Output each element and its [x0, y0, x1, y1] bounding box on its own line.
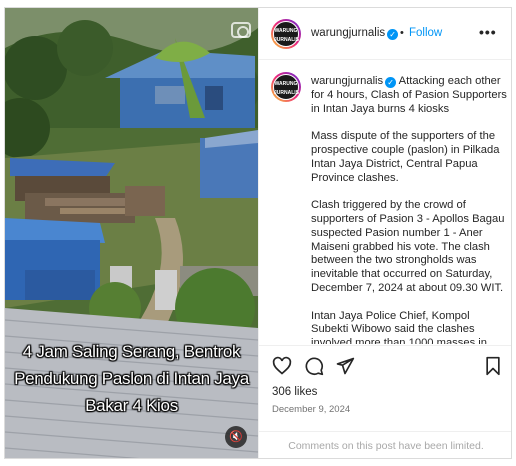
heart-icon[interactable]	[272, 356, 292, 376]
media-overlay-line-1: 4 Jam Saling Serang, Bentrok	[22, 342, 241, 361]
share-icon[interactable]	[335, 356, 355, 376]
caption-avatar-logo-text: WARUNG JURNALIS	[273, 74, 299, 100]
caption-paragraph: Mass dispute of the supporters of the pr…	[311, 130, 500, 184]
post-header: WARUNG JURNALIS warungjurnalis ✓ • Follow…	[259, 8, 511, 60]
header-username[interactable]: warungjurnalis ✓	[311, 27, 399, 40]
caption-avatar[interactable]: WARUNG JURNALIS	[271, 72, 301, 102]
verified-icon: ✓	[387, 29, 399, 40]
media-overlay-line-2: Pendukung Paslon di Intan Jaya	[14, 369, 249, 388]
caption-verified-icon: ✓	[385, 77, 397, 88]
post-actions: 306 likes December 9, 2024 Comments on t…	[259, 345, 511, 458]
caption-first-paragraph: warungjurnalis ✓ Attacking each other for…	[311, 75, 507, 116]
more-icon[interactable]: •••	[479, 24, 497, 40]
instagram-post: 4 Jam Saling Serang, Bentrok Pendukung P…	[4, 7, 512, 459]
caption-paragraph: Clash triggered by the crowd of supporte…	[311, 199, 505, 294]
avatar[interactable]: WARUNG JURNALIS	[271, 19, 301, 49]
username-text[interactable]: warungjurnalis	[311, 27, 385, 39]
avatar-logo-text: WARUNG JURNALIS	[273, 21, 299, 47]
bookmark-icon[interactable]	[483, 356, 503, 376]
post-date[interactable]: December 9, 2024	[272, 404, 350, 415]
caption-paragraph: Intan Jaya Police Chief, Kompol Subekti …	[311, 309, 487, 344]
post-sidebar: WARUNG JURNALIS warungjurnalis ✓ • Follow…	[258, 8, 511, 458]
media-overlay-line-3: Bakar 4 Kios	[85, 396, 178, 415]
camera-icon	[231, 22, 251, 38]
post-media[interactable]: 4 Jam Saling Serang, Bentrok Pendukung P…	[5, 8, 258, 458]
caption-body: warungjurnalis ✓ Attacking each other for…	[311, 75, 507, 344]
caption-username[interactable]: warungjurnalis	[311, 75, 383, 87]
follow-button[interactable]: Follow	[409, 27, 442, 39]
separator-dot: •	[400, 27, 404, 39]
comment-icon[interactable]	[304, 356, 324, 376]
caption: WARUNG JURNALIS warungjurnalis ✓ Attackin…	[271, 72, 507, 344]
likes-count[interactable]: 306 likes	[272, 386, 317, 398]
comments-limited-notice: Comments on this post have been limited.	[259, 431, 511, 458]
mute-icon[interactable]: 🔇	[225, 426, 247, 448]
